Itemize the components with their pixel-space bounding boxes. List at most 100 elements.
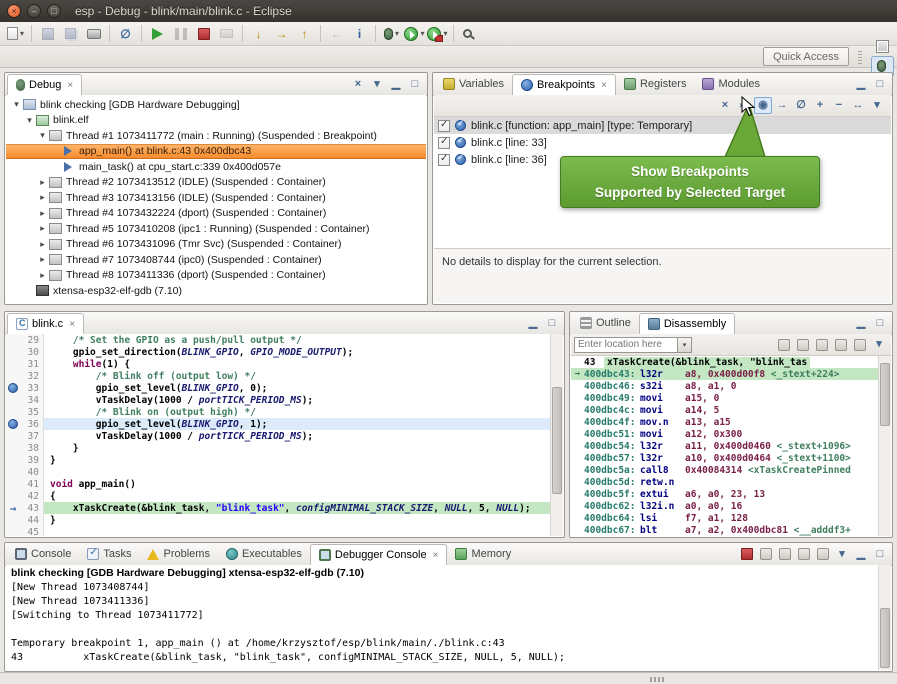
twisty-icon[interactable]: ▾ — [10, 99, 23, 110]
breakpoint-checkbox[interactable] — [438, 137, 450, 149]
code-text[interactable]: /* Blink off (output low) */ — [44, 370, 550, 382]
view-menu-button[interactable]: ▾ — [368, 76, 386, 93]
tab-debug[interactable]: Debug× — [7, 74, 82, 95]
disconnect-button[interactable] — [216, 23, 237, 44]
breakpoint-checkbox[interactable] — [438, 154, 450, 166]
disassembly-row[interactable]: 400dbc5a:call80x40084314 <xTaskCreatePin… — [571, 464, 891, 476]
tab-breakpoints[interactable]: Breakpoints× — [512, 74, 616, 95]
code-text[interactable]: gpio_set_direction(BLINK_GPIO, GPIO_MODE… — [44, 346, 550, 358]
code-line[interactable]: 33 gpio_set_level(BLINK_GPIO, 0); — [6, 382, 550, 394]
minimize-button[interactable]: ▁ — [852, 546, 870, 563]
code-line[interactable]: 34 vTaskDelay(1000 / portTICK_PERIOD_MS)… — [6, 394, 550, 406]
link-with-debug-view-button[interactable]: ↔ — [849, 97, 867, 114]
code-line[interactable]: 41void app_main() — [6, 478, 550, 490]
gutter-marker-area[interactable] — [6, 442, 20, 454]
editor-scrollbar-thumb[interactable] — [552, 387, 562, 494]
disassembly-row[interactable]: 400dbc54:l32ra11, 0x400d0460 <_stext+109… — [571, 440, 891, 452]
view-menu-button[interactable]: ▾ — [870, 336, 888, 353]
code-text[interactable]: /* Blink on (output high) */ — [44, 406, 550, 418]
disassembly-row[interactable]: →400dbc43:l32ra8, 0x400d00f8 <_stext+224… — [571, 368, 891, 380]
gutter-marker-area[interactable] — [6, 394, 20, 406]
skip-all-breakpoints-button[interactable]: ∅ — [792, 97, 810, 114]
debug-tree-item[interactable]: ▸Thread #4 1073432224 (dport) (Suspended… — [6, 206, 426, 222]
maximize-button[interactable]: □ — [871, 315, 889, 332]
gutter-marker-area[interactable] — [6, 454, 20, 466]
tab-blink-c[interactable]: blink.c× — [7, 313, 84, 334]
code-text[interactable]: } — [44, 454, 550, 466]
tab-tasks[interactable]: Tasks — [79, 543, 139, 565]
code-text[interactable] — [44, 466, 550, 478]
code-line[interactable]: 38 } — [6, 442, 550, 454]
debug-tree-item[interactable]: ▸Thread #2 1073413512 (IDLE) (Suspended … — [6, 175, 426, 191]
maximize-button[interactable]: □ — [543, 315, 561, 332]
twisty-icon[interactable]: ▸ — [36, 192, 49, 203]
disassembly-content[interactable]: 43xTaskCreate(&blink_task, "blink_tas→40… — [571, 356, 891, 536]
terminate-button[interactable] — [738, 546, 756, 563]
gutter-marker-area[interactable] — [6, 490, 20, 502]
gutter-marker-area[interactable] — [6, 466, 20, 478]
disassembly-row[interactable]: 400dbc5d:retw.n — [571, 476, 891, 488]
console-scrollbar[interactable] — [878, 565, 891, 670]
disassembly-row[interactable]: 400dbc57:l32ra10, 0x400d0464 <_stext+110… — [571, 452, 891, 464]
code-line[interactable]: 40 — [6, 466, 550, 478]
minimize-button[interactable]: ▁ — [852, 315, 870, 332]
disassembly-scrollbar-thumb[interactable] — [880, 363, 890, 426]
close-tab-icon[interactable]: × — [67, 80, 73, 91]
gutter-marker-area[interactable] — [6, 430, 20, 442]
debug-tree-item[interactable]: ▸Thread #8 1073411336 (dport) (Suspended… — [6, 268, 426, 284]
maximize-button[interactable]: □ — [406, 76, 424, 93]
step-over-button[interactable]: → — [271, 23, 292, 44]
twisty-icon[interactable]: ▸ — [36, 223, 49, 234]
disassembly-row[interactable]: 400dbc62:l32i.na0, a0, 16 — [571, 500, 891, 512]
gutter-marker-area[interactable] — [6, 334, 20, 346]
new-wizard-button[interactable]: ▾ — [5, 23, 26, 44]
code-line[interactable]: 35 /* Blink on (output high) */ — [6, 406, 550, 418]
debug-tree-item[interactable]: xtensa-esp32-elf-gdb (7.10) — [6, 283, 426, 299]
tab-executables[interactable]: Executables — [218, 543, 310, 565]
breakpoint-row[interactable]: blink.c [line: 33] — [434, 134, 891, 151]
twisty-icon[interactable]: ▸ — [36, 270, 49, 281]
minimize-button[interactable]: ▁ — [852, 76, 870, 93]
maximize-button[interactable]: □ — [871, 76, 889, 93]
pin-console-button[interactable] — [814, 546, 832, 563]
drop-to-frame-button[interactable]: ← — [326, 23, 347, 44]
gutter-marker-area[interactable] — [6, 358, 20, 370]
gutter-marker-area[interactable] — [6, 370, 20, 382]
location-dropdown-icon[interactable]: ▾ — [678, 337, 692, 353]
code-line[interactable]: 44} — [6, 514, 550, 526]
terminate-button[interactable] — [193, 23, 214, 44]
code-line[interactable]: 32 /* Blink off (output low) */ — [6, 370, 550, 382]
gutter-marker-area[interactable] — [6, 382, 20, 394]
skip-all-breakpoints-button[interactable]: ∅ — [115, 23, 136, 44]
code-area[interactable]: 29 /* Set the GPIO as a push/pull output… — [6, 334, 550, 536]
disassembly-row[interactable]: 400dbc67:blta7, a2, 0x400dbc81 <__adddf3… — [571, 524, 891, 536]
view-menu-button[interactable]: ▾ — [833, 546, 851, 563]
tab-problems[interactable]: Problems — [139, 543, 217, 565]
code-line[interactable]: →43 xTaskCreate(&blink_task, "blink_task… — [6, 502, 550, 514]
gutter-marker-area[interactable]: → — [6, 502, 20, 514]
code-line[interactable]: 29 /* Set the GPIO as a push/pull output… — [6, 334, 550, 346]
code-text[interactable]: while(1) { — [44, 358, 550, 370]
debug-tree-item[interactable]: ▾blink checking [GDB Hardware Debugging] — [6, 97, 426, 113]
statusbar-grip[interactable] — [650, 677, 666, 682]
debug-button[interactable]: ▾ — [381, 23, 402, 44]
window-close-button[interactable]: × — [7, 4, 21, 18]
open-perspective-button[interactable] — [871, 37, 894, 56]
save-all-button[interactable] — [60, 23, 81, 44]
editor-scrollbar[interactable] — [550, 334, 563, 536]
clear-console-button[interactable] — [776, 546, 794, 563]
step-into-button[interactable]: ↓ — [248, 23, 269, 44]
quick-access-button[interactable]: Quick Access — [763, 47, 849, 66]
pin-view-button[interactable] — [851, 336, 869, 353]
code-line[interactable]: 36 gpio_set_level(BLINK_GPIO, 1); — [6, 418, 550, 430]
disassembly-row[interactable]: 400dbc5f:extuia6, a0, 23, 13 — [571, 488, 891, 500]
twisty-icon[interactable]: ▸ — [36, 177, 49, 188]
minimize-button[interactable]: ▁ — [387, 76, 405, 93]
code-text[interactable]: void app_main() — [44, 478, 550, 490]
external-tools-button[interactable]: ▾ — [427, 23, 448, 44]
code-text[interactable]: gpio_set_level(BLINK_GPIO, 0); — [44, 382, 550, 394]
close-tab-icon[interactable]: × — [601, 80, 607, 91]
tab-modules[interactable]: Modules — [694, 73, 768, 95]
twisty-icon[interactable]: ▸ — [36, 208, 49, 219]
collapse-all-button[interactable]: − — [830, 97, 848, 114]
